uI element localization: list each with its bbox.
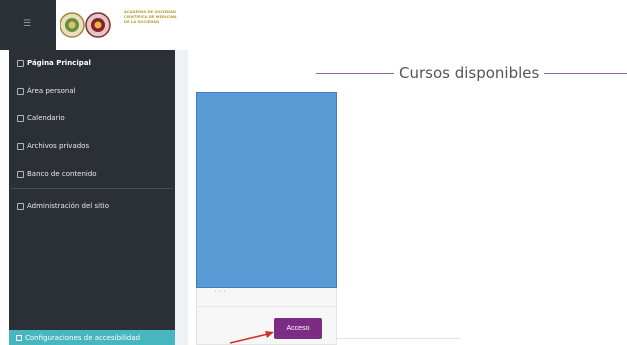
sidebar-item-dashboard[interactable]: Área personal — [17, 83, 76, 99]
accessibility-settings-link[interactable]: Configuraciones de accesibilidad — [9, 330, 175, 345]
navbar-drawer-area: ☰ — [0, 0, 56, 50]
access-button[interactable]: Acceso — [274, 318, 322, 339]
content-bottom-border — [335, 338, 461, 339]
top-navbar: ☰ ACADEMIA DE SOCIEDAD CIENTÍFICA DE MED… — [0, 0, 627, 50]
accessibility-settings-label: Configuraciones de accesibilidad — [25, 333, 141, 342]
logo-text: ACADEMIA DE SOCIEDAD CIENTÍFICA DE MEDIC… — [124, 10, 177, 25]
file-icon — [17, 142, 24, 150]
sidebar-item-label: Banco de contenido — [27, 170, 97, 178]
sidebar-item-label: Administración del sitio — [27, 202, 110, 210]
sidebar-item-calendar[interactable]: Calendario — [17, 110, 65, 126]
home-icon — [17, 59, 24, 67]
sidebar-divider — [11, 188, 173, 189]
sidebar-item-label: Área personal — [27, 87, 76, 95]
page-title: Cursos disponibles — [399, 64, 540, 82]
accessibility-icon — [16, 334, 22, 341]
sidebar-item-private-files[interactable]: Archivos privados — [17, 138, 89, 154]
sidebar-item-label: Archivos privados — [27, 142, 90, 150]
sidebar-item-content-bank[interactable]: Banco de contenido — [17, 166, 97, 182]
course-image[interactable] — [196, 92, 337, 288]
available-courses-heading: Cursos disponibles — [316, 62, 627, 84]
red-arrow-annotation — [229, 331, 274, 344]
course-card-separator — [197, 306, 336, 307]
content-bank-icon — [17, 170, 24, 178]
content-gutter — [175, 50, 188, 345]
sidebar-nav: Página Principal Área personal Calendari… — [9, 50, 175, 345]
heading-line-right — [544, 72, 627, 74]
calendar-icon — [17, 114, 24, 122]
sidebar-item-home[interactable]: Página Principal — [17, 55, 91, 71]
admin-icon — [17, 202, 24, 210]
sidebar-item-label: Calendario — [27, 114, 65, 122]
hamburger-icon[interactable]: ☰ — [22, 19, 32, 29]
course-card-faint-text: • • • — [214, 289, 227, 295]
sidebar-item-site-admin[interactable]: Administración del sitio — [17, 198, 109, 214]
dashboard-icon — [17, 87, 24, 95]
heading-line-left — [316, 72, 394, 74]
sidebar-item-label: Página Principal — [27, 59, 91, 67]
